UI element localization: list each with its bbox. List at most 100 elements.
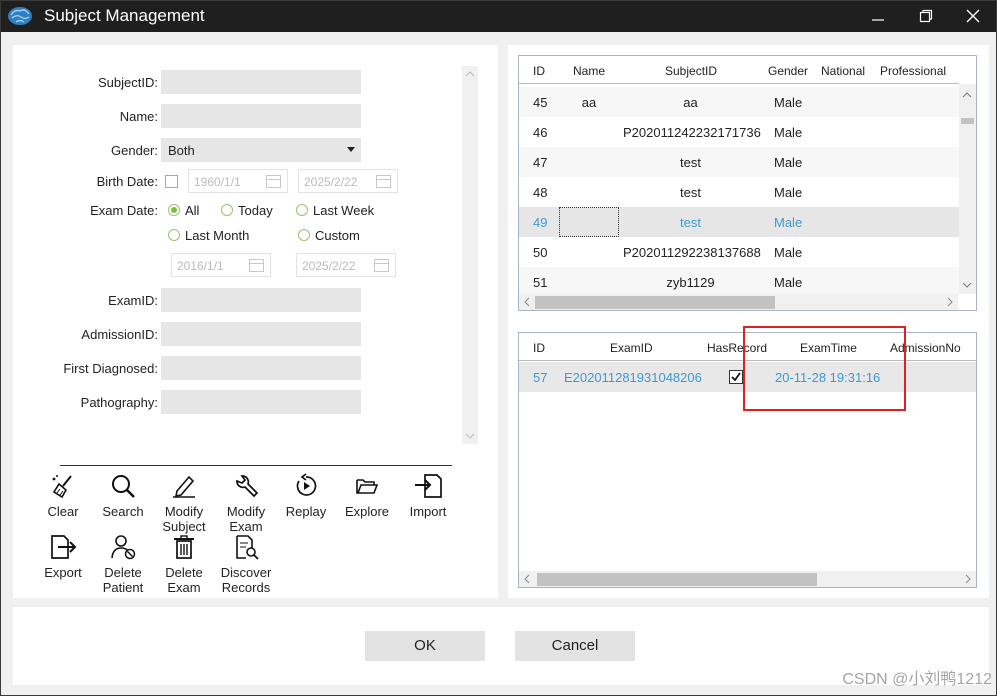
search-button[interactable]: Search xyxy=(93,473,153,519)
radio-checked-icon xyxy=(168,204,180,216)
subject-row-gender: Male xyxy=(774,95,803,110)
vertical-scroll-thumb[interactable] xyxy=(961,118,974,124)
subject-row-subject-id: zyb1129 xyxy=(666,275,715,290)
exam-id-input[interactable] xyxy=(161,288,361,312)
window-title: Subject Management xyxy=(44,6,205,25)
delete-exam-button[interactable]: Delete Exam xyxy=(154,534,214,595)
has-record-checkbox[interactable] xyxy=(729,370,743,384)
broom-icon xyxy=(52,475,72,499)
toolbar-separator xyxy=(60,465,452,466)
import-label: Import xyxy=(409,504,447,519)
subject-row-id: 47 xyxy=(533,155,548,170)
subject-row[interactable]: 45 aa aa Male xyxy=(519,87,959,117)
subject-row[interactable]: 50 P202011292238137688 Male xyxy=(519,237,959,267)
minimize-icon xyxy=(872,19,884,21)
radio-today-label: Today xyxy=(238,203,273,218)
discover-records-label: Discover Records xyxy=(220,565,272,595)
subject-row-gender: Male xyxy=(774,245,803,260)
focused-cell[interactable] xyxy=(559,207,619,237)
birth-date-to-picker[interactable]: 2025/2/22 xyxy=(298,169,398,193)
subject-row-subject-id: test xyxy=(680,215,701,230)
scroll-up-icon xyxy=(962,92,972,98)
modify-subject-button[interactable]: Modify Subject xyxy=(154,473,214,534)
birth-date-label: Birth Date: xyxy=(96,174,158,189)
exam-id-label: ExamID: xyxy=(108,293,158,308)
name-input[interactable] xyxy=(161,104,361,128)
replay-button[interactable]: Replay xyxy=(276,473,336,519)
exams-horizontal-scrollbar[interactable] xyxy=(519,571,976,587)
subject-row-subject-id: test xyxy=(680,155,701,170)
clear-button[interactable]: Clear xyxy=(33,473,93,519)
col-exam-row-id[interactable]: ID xyxy=(533,341,545,355)
subject-row[interactable]: 48 test Male xyxy=(519,177,959,207)
first-diagnosed-input[interactable] xyxy=(161,356,361,380)
discover-records-button[interactable]: Discover Records xyxy=(216,534,276,595)
subject-row[interactable]: 49 test Male xyxy=(519,207,959,237)
radio-unchecked-icon xyxy=(221,204,233,216)
cancel-button[interactable]: Cancel xyxy=(515,631,635,661)
subject-row[interactable]: 46 P202011242232171736 Male xyxy=(519,117,959,147)
delete-patient-button[interactable]: Delete Patient xyxy=(93,534,153,595)
pathography-label: Pathography: xyxy=(80,395,158,410)
admission-id-input[interactable] xyxy=(161,322,361,346)
close-button[interactable] xyxy=(951,1,996,32)
radio-all-label: All xyxy=(185,203,200,218)
scroll-thumb[interactable] xyxy=(537,573,817,586)
subject-row-id: 48 xyxy=(533,185,548,200)
form-vertical-scrollbar[interactable] xyxy=(462,66,478,444)
gender-selected-value: Both xyxy=(168,143,195,158)
explore-label: Explore xyxy=(344,504,390,519)
delete-exam-label: Delete Exam xyxy=(165,565,203,595)
birth-date-checkbox[interactable] xyxy=(165,175,178,188)
col-gender[interactable]: Gender xyxy=(768,64,808,78)
scroll-thumb[interactable] xyxy=(535,296,775,309)
folder-open-icon xyxy=(356,479,379,494)
subject-row-subject-id: P202011242232171736 xyxy=(623,125,761,140)
subject-id-label: SubjectID: xyxy=(98,75,158,90)
subject-row-subject-id: aa xyxy=(683,95,698,110)
explore-button[interactable]: Explore xyxy=(337,473,397,519)
birth-to-value: 2025/2/22 xyxy=(304,175,358,189)
col-name[interactable]: Name xyxy=(573,64,605,78)
app-logo-icon xyxy=(8,7,32,25)
subjects-horizontal-scrollbar[interactable] xyxy=(519,294,958,310)
modify-exam-button[interactable]: Modify Exam xyxy=(216,473,276,534)
scroll-left-icon xyxy=(524,574,530,584)
birth-from-value: 1960/1/1 xyxy=(194,175,241,189)
subject-row-gender: Male xyxy=(774,155,803,170)
col-professional[interactable]: Professional xyxy=(880,64,946,78)
search-label: Search xyxy=(102,504,144,519)
title-bar: Subject Management xyxy=(1,1,996,32)
radio-last-week-label: Last Week xyxy=(313,203,375,218)
calendar-icon xyxy=(249,259,264,272)
subject-id-input[interactable] xyxy=(161,70,361,94)
minimize-button[interactable] xyxy=(856,1,901,32)
pathography-input[interactable] xyxy=(161,390,361,414)
scroll-up-icon xyxy=(465,71,475,77)
scroll-down-icon xyxy=(962,282,972,288)
exam-date-from-picker[interactable]: 2016/1/1 xyxy=(171,253,271,277)
import-button[interactable]: Import xyxy=(398,473,458,519)
col-exam-id[interactable]: ExamID xyxy=(610,341,653,355)
scroll-right-icon xyxy=(947,297,953,307)
restore-button[interactable] xyxy=(904,1,949,32)
subject-row-gender: Male xyxy=(774,215,803,230)
col-id[interactable]: ID xyxy=(533,64,545,78)
scroll-down-icon xyxy=(465,433,475,439)
trash-icon xyxy=(174,535,194,559)
exam-date-to-picker[interactable]: 2025/2/22 xyxy=(296,253,396,277)
subjects-vertical-scrollbar[interactable] xyxy=(959,84,976,294)
subject-management-window: Subject Management SubjectID: Name: Gend… xyxy=(0,0,997,696)
export-button[interactable]: Export xyxy=(33,534,93,580)
export-icon xyxy=(51,535,77,559)
calendar-icon xyxy=(376,175,391,188)
col-subject-id[interactable]: SubjectID xyxy=(665,64,717,78)
col-national[interactable]: National xyxy=(821,64,865,78)
subject-row-id: 50 xyxy=(533,245,548,260)
admission-id-label: AdmissionID: xyxy=(81,327,158,342)
gender-select[interactable]: Both xyxy=(161,138,361,162)
subject-row[interactable]: 51 zyb1129 Male xyxy=(519,267,959,297)
subject-row[interactable]: 47 test Male xyxy=(519,147,959,177)
ok-button[interactable]: OK xyxy=(365,631,485,661)
birth-date-from-picker[interactable]: 1960/1/1 xyxy=(188,169,288,193)
